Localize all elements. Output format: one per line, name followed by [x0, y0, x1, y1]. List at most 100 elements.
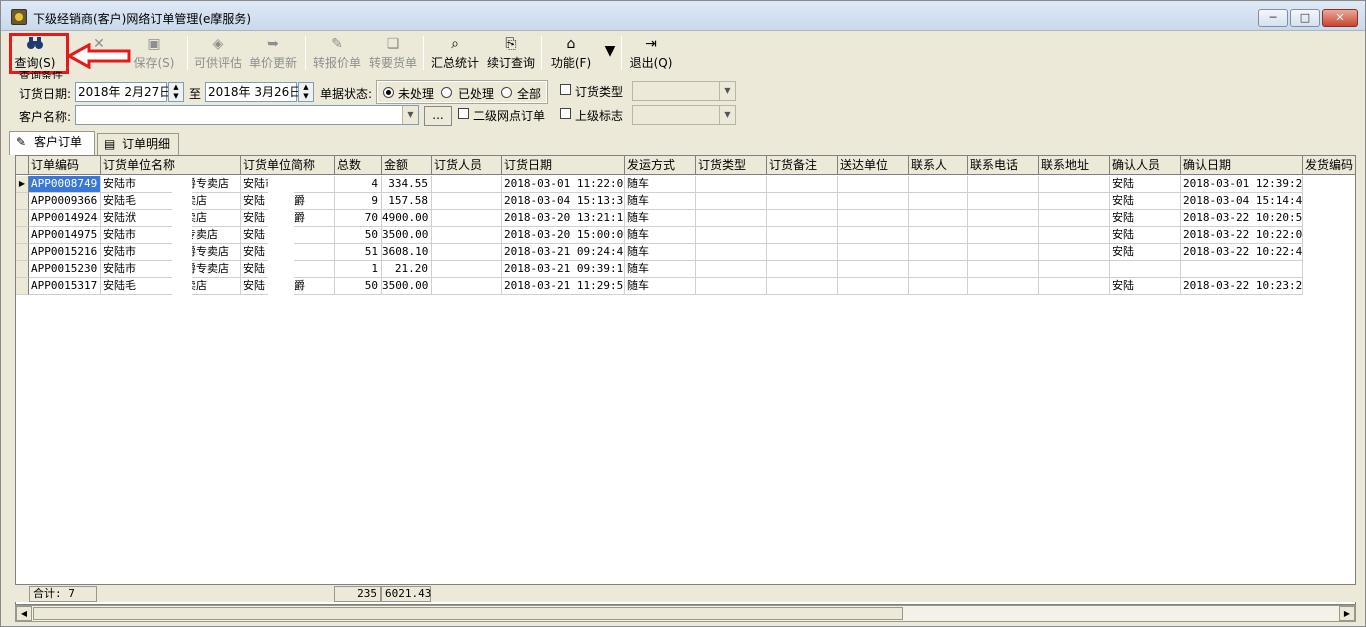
table-cell[interactable]	[432, 210, 502, 227]
table-cell[interactable]	[909, 244, 968, 261]
table-cell[interactable]	[838, 210, 909, 227]
supply-eval-button[interactable]: ◈ 可供评估	[193, 33, 243, 73]
tab-order-details[interactable]: ▤ 订单明细	[97, 133, 179, 155]
table-cell[interactable]: 3608.10	[382, 244, 432, 261]
table-cell[interactable]	[909, 227, 968, 244]
col-header[interactable]: 确认人员	[1110, 156, 1181, 175]
row-selector[interactable]	[16, 244, 29, 261]
tab-customer-orders[interactable]: ✎ 客户订单	[9, 131, 95, 155]
table-cell[interactable]	[968, 210, 1039, 227]
maximize-button[interactable]: □	[1290, 9, 1320, 27]
table-cell[interactable]	[838, 278, 909, 295]
current-row-indicator-icon[interactable]: ▶	[16, 176, 29, 193]
table-cell[interactable]: 安陆洑	[101, 210, 172, 227]
col-header[interactable]: 总数	[335, 156, 382, 175]
table-cell[interactable]	[432, 261, 502, 278]
table-cell[interactable]	[838, 261, 909, 278]
table-cell[interactable]	[909, 193, 968, 210]
table-row[interactable]: APP0015216 安陆市 鬣爵专卖店 安陆 51 3608.10 2018-03-21 …	[16, 244, 1355, 261]
table-row[interactable]: APP0014975 安陆市 号专卖店 安陆 50 3500.00 2018-03-20 1…	[16, 227, 1355, 244]
table-cell[interactable]	[767, 244, 838, 261]
customer-select[interactable]: ▼	[75, 105, 419, 125]
scroll-left-icon[interactable]: ◀	[16, 606, 32, 621]
table-cell[interactable]: 安陆市	[101, 261, 172, 278]
table-cell[interactable]: 2018-03-22 10:22:40	[1181, 244, 1303, 261]
scrollbar-thumb[interactable]	[33, 607, 903, 620]
table-cell[interactable]	[968, 227, 1039, 244]
table-cell[interactable]	[432, 193, 502, 210]
table-cell[interactable]	[432, 176, 502, 193]
table-cell[interactable]: 安陆	[1110, 244, 1181, 261]
table-cell[interactable]	[1181, 261, 1303, 278]
table-cell[interactable]	[1039, 244, 1110, 261]
table-cell[interactable]	[838, 176, 909, 193]
table-cell[interactable]	[1039, 176, 1110, 193]
table-cell[interactable]	[696, 244, 767, 261]
price-update-button[interactable]: ➥ 单价更新	[247, 33, 299, 73]
col-header[interactable]: 联系人	[909, 156, 968, 175]
order-type-checkbox[interactable]	[560, 84, 571, 95]
table-cell[interactable]	[432, 278, 502, 295]
table-cell[interactable]	[968, 193, 1039, 210]
table-cell[interactable]: APP0014924	[29, 210, 101, 227]
col-header[interactable]: 联系地址	[1039, 156, 1110, 175]
col-header[interactable]: 订货单位简称	[241, 156, 335, 175]
table-cell[interactable]	[838, 193, 909, 210]
table-cell[interactable]: 安陆	[1110, 193, 1181, 210]
table-cell[interactable]: 随车	[625, 278, 696, 295]
table-row[interactable]: APP0014924安陆洑专卖店安陆豪爵704900.002018-03-20 …	[16, 210, 1355, 227]
row-selector[interactable]	[16, 193, 29, 210]
table-cell[interactable]	[1039, 193, 1110, 210]
table-cell[interactable]: 3500.00	[382, 227, 432, 244]
table-cell[interactable]: 随车	[625, 210, 696, 227]
table-cell[interactable]: 2018-03-20 15:00:02	[502, 227, 625, 244]
table-cell[interactable]: 安陆毛	[101, 193, 172, 210]
table-cell[interactable]: 50	[335, 227, 382, 244]
summary-button[interactable]: ⌕ 汇总统计	[429, 33, 481, 73]
table-cell[interactable]: 随车	[625, 176, 696, 193]
table-cell[interactable]	[1039, 227, 1110, 244]
table-cell[interactable]	[767, 210, 838, 227]
table-cell[interactable]	[767, 278, 838, 295]
table-cell[interactable]	[968, 261, 1039, 278]
table-cell[interactable]	[909, 278, 968, 295]
exit-button[interactable]: ⇥ 退出(Q)	[627, 33, 675, 73]
table-cell[interactable]: 50	[335, 278, 382, 295]
status-unprocessed-radio[interactable]	[383, 87, 394, 98]
table-cell[interactable]: 随车	[625, 227, 696, 244]
col-header[interactable]: 联系电话	[968, 156, 1039, 175]
table-cell[interactable]: 安陆毛	[101, 278, 172, 295]
table-cell[interactable]	[968, 176, 1039, 193]
col-header[interactable]: 订货备注	[767, 156, 838, 175]
reorder-query-button[interactable]: ⎘ 续订查询	[485, 33, 537, 73]
table-cell[interactable]	[909, 210, 968, 227]
table-cell[interactable]: APP0008749	[29, 176, 101, 193]
table-cell[interactable]: 2018-03-22 10:23:22	[1181, 278, 1303, 295]
table-cell[interactable]: 2018-03-20 13:21:15	[502, 210, 625, 227]
table-cell[interactable]: 51	[335, 244, 382, 261]
table-cell[interactable]	[767, 261, 838, 278]
table-cell[interactable]	[968, 278, 1039, 295]
table-cell[interactable]	[1039, 278, 1110, 295]
table-cell[interactable]	[696, 278, 767, 295]
date-from-field[interactable]: 2018年 2月27日	[75, 82, 171, 102]
status-all-radio[interactable]	[501, 87, 512, 98]
save-button[interactable]: ▣ 保存(S)	[133, 33, 175, 73]
table-cell[interactable]	[767, 227, 838, 244]
table-cell[interactable]: 1	[335, 261, 382, 278]
table-cell[interactable]	[968, 244, 1039, 261]
table-cell[interactable]: 安陆	[1110, 176, 1181, 193]
table-cell[interactable]: 安陆市	[101, 176, 172, 193]
table-cell[interactable]: APP0015216	[29, 244, 101, 261]
table-cell[interactable]: 2018-03-21 09:39:10	[502, 261, 625, 278]
date-from-spinner[interactable]: ▲ ▼	[168, 82, 184, 102]
table-cell[interactable]: 安陆市	[101, 244, 172, 261]
secondary-outlet-checkbox[interactable]	[458, 108, 469, 119]
table-cell[interactable]	[909, 176, 968, 193]
parent-flag-select[interactable]: ▼	[632, 105, 736, 125]
col-header[interactable]: 订单编码	[29, 156, 101, 175]
table-row[interactable]: APP0009366安陆毛专卖店安陆豪爵9157.582018-03-04 15…	[16, 193, 1355, 210]
date-to-spinner[interactable]: ▲ ▼	[298, 82, 314, 102]
table-cell[interactable]	[838, 244, 909, 261]
table-cell[interactable]: APP0009366	[29, 193, 101, 210]
